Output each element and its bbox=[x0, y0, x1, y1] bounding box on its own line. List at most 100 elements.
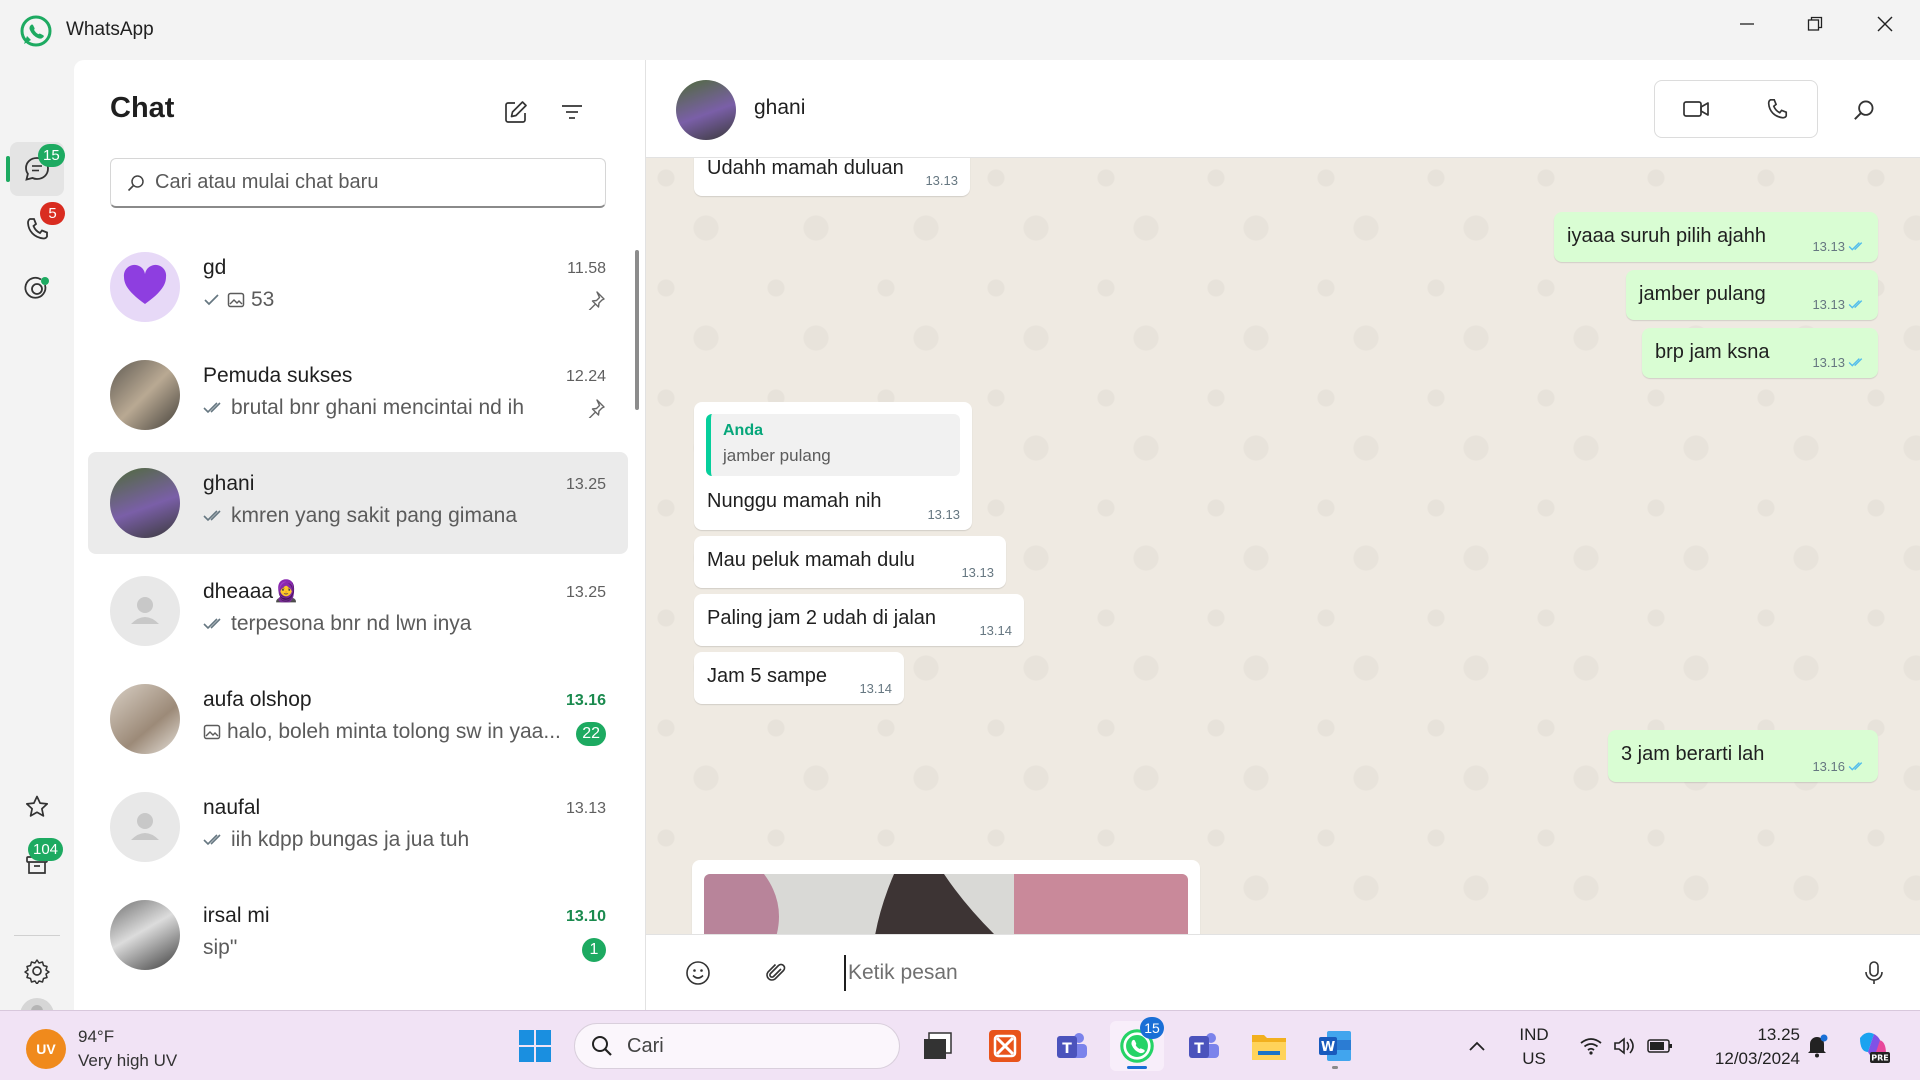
taskbar-app-word[interactable]: W bbox=[1308, 1021, 1362, 1071]
new-chat-button[interactable] bbox=[494, 90, 538, 134]
chat-item-ghani[interactable]: ghani 13.25 kmren yang sakit pang gimana bbox=[88, 452, 628, 554]
language-indicator[interactable]: IND US bbox=[1506, 1023, 1562, 1071]
taskbar-app-teams[interactable]: T bbox=[1044, 1021, 1098, 1071]
taskbar-app-taskview[interactable] bbox=[910, 1021, 964, 1071]
chat-item-aufa-olshop[interactable]: aufa olshop 13.16 halo, boleh minta tolo… bbox=[88, 668, 628, 770]
rail-chats-button[interactable]: 15 bbox=[10, 142, 65, 196]
search-icon bbox=[127, 174, 144, 191]
nav-rail: 15 5 104 bbox=[0, 60, 74, 1032]
notifications-button[interactable] bbox=[1792, 1021, 1842, 1071]
conversation-header: ghani bbox=[646, 60, 1920, 158]
voice-message-button[interactable] bbox=[1852, 951, 1896, 995]
contact-name[interactable]: ghani bbox=[754, 96, 805, 120]
message-incoming-photo[interactable] bbox=[692, 860, 1200, 934]
minimize-button[interactable] bbox=[1712, 0, 1782, 48]
message-area[interactable]: Udahh mamah duluan 13.13 iyaaa suruh pil… bbox=[646, 158, 1920, 934]
copilot-icon: PRE bbox=[1860, 1032, 1890, 1063]
rail-status-button[interactable] bbox=[10, 262, 64, 316]
attach-button[interactable] bbox=[754, 951, 798, 995]
rail-calls-button[interactable]: 5 bbox=[10, 202, 65, 256]
start-button[interactable] bbox=[508, 1021, 562, 1071]
read-receipt-icon bbox=[1848, 300, 1863, 309]
rail-archived-button[interactable]: 104 bbox=[10, 838, 64, 892]
system-tray-status[interactable] bbox=[1566, 1021, 1686, 1071]
read-receipt-icon bbox=[1848, 242, 1863, 251]
photo-icon bbox=[227, 292, 245, 308]
unread-indicator: 22 bbox=[576, 722, 606, 746]
message-input-placeholder: Ketik pesan bbox=[848, 961, 958, 984]
chat-item-dheaaa[interactable]: dheaaa🧕 13.25 terpesona bnr nd lwn inya bbox=[88, 560, 628, 662]
copilot-button[interactable]: PRE bbox=[1846, 1021, 1900, 1071]
taskbar-app-1[interactable] bbox=[978, 1021, 1032, 1071]
quoted-message[interactable]: Anda jamber pulang bbox=[706, 414, 960, 476]
chevron-up-icon bbox=[1469, 1041, 1485, 1051]
message-outgoing[interactable]: jamber pulang 13.13 bbox=[1626, 270, 1878, 320]
avatar bbox=[110, 684, 180, 754]
language-line-2: US bbox=[1522, 1049, 1546, 1068]
message-outgoing[interactable]: 3 jam berarti lah 13.16 bbox=[1608, 730, 1878, 782]
search-placeholder: Cari atau mulai chat baru bbox=[155, 171, 379, 193]
close-window-button[interactable] bbox=[1850, 0, 1920, 48]
chat-preview: 53 bbox=[203, 288, 563, 312]
star-icon bbox=[25, 795, 49, 817]
avatar bbox=[110, 576, 180, 646]
chat-item-gd[interactable]: gd 11.58 53 bbox=[88, 236, 628, 338]
message-incoming[interactable]: Udahh mamah duluan 13.13 bbox=[694, 158, 970, 196]
message-time: 13.13 bbox=[1812, 355, 1866, 370]
chat-time: 12.24 bbox=[565, 368, 606, 385]
message-time-text: 13.14 bbox=[979, 623, 1012, 638]
chat-item-naufal[interactable]: naufal 13.13 iih kdpp bungas ja jua tuh bbox=[88, 776, 628, 878]
unread-badge: 22 bbox=[576, 722, 606, 746]
chats-unread-badge: 15 bbox=[38, 144, 65, 167]
rail-starred-button[interactable] bbox=[10, 780, 64, 834]
taskbar-search[interactable]: Cari bbox=[574, 1023, 900, 1069]
message-incoming[interactable]: Mau peluk mamah dulu 13.13 bbox=[694, 536, 1006, 588]
quote-author: Anda bbox=[723, 422, 763, 439]
clock[interactable]: 13.25 12/03/2024 bbox=[1696, 1023, 1800, 1071]
chat-preview-text: halo, boleh minta tolong sw in yaa... bbox=[227, 720, 561, 743]
avatar bbox=[110, 900, 180, 970]
taskbar-app-whatsapp[interactable]: 15 bbox=[1110, 1017, 1164, 1071]
pin-icon bbox=[588, 291, 605, 311]
chat-search-input[interactable]: Cari atau mulai chat baru bbox=[110, 158, 606, 208]
chat-name: dheaaa🧕 bbox=[203, 580, 300, 603]
language-line-1: IND bbox=[1519, 1025, 1549, 1044]
chat-preview: halo, boleh minta tolong sw in yaa... bbox=[203, 720, 563, 744]
photo-attachment[interactable] bbox=[704, 874, 1188, 934]
restore-button[interactable] bbox=[1780, 0, 1850, 48]
chat-list-scrollbar[interactable] bbox=[635, 250, 639, 410]
read-receipt-icon bbox=[1848, 762, 1863, 771]
chat-item-pemuda-sukses[interactable]: Pemuda sukses 12.24 brutal bnr ghani men… bbox=[88, 344, 628, 446]
chat-preview-text: sip" bbox=[203, 936, 238, 959]
message-time: 13.13 bbox=[1812, 297, 1866, 312]
conversation-search-button[interactable] bbox=[1842, 88, 1886, 132]
video-call-button[interactable] bbox=[1655, 81, 1736, 137]
uv-label: UV bbox=[36, 1041, 56, 1057]
voice-call-button[interactable] bbox=[1736, 81, 1817, 137]
message-incoming[interactable]: Paling jam 2 udah di jalan 13.14 bbox=[694, 594, 1024, 646]
pin-indicator bbox=[586, 398, 606, 423]
message-input[interactable]: Ketik pesan bbox=[844, 955, 1824, 991]
message-time: 13.13 bbox=[1812, 239, 1866, 254]
contact-avatar[interactable] bbox=[676, 80, 736, 140]
taskbar-app-file-explorer[interactable] bbox=[1242, 1021, 1296, 1071]
show-hidden-icons-button[interactable] bbox=[1452, 1021, 1502, 1071]
word-icon: W bbox=[1319, 1031, 1351, 1061]
weather-widget[interactable]: UV 94°F Very high UV bbox=[26, 1025, 177, 1073]
restore-icon bbox=[1807, 16, 1823, 31]
message-time: 13.13 bbox=[961, 565, 994, 580]
filter-button[interactable] bbox=[550, 90, 594, 134]
rail-divider bbox=[14, 935, 60, 936]
avatar bbox=[110, 360, 180, 430]
taskbar-app-teams-2[interactable]: T bbox=[1176, 1021, 1230, 1071]
svg-text:T: T bbox=[1194, 1041, 1204, 1057]
emoji-button[interactable] bbox=[676, 951, 720, 995]
message-incoming[interactable]: Jam 5 sampe 13.14 bbox=[694, 652, 904, 704]
message-incoming-reply[interactable]: Anda jamber pulang Nunggu mamah nih 13.1… bbox=[694, 402, 972, 530]
message-outgoing[interactable]: iyaaa suruh pilih ajahh 13.13 bbox=[1554, 212, 1878, 262]
teams-icon: T bbox=[1057, 1033, 1087, 1058]
message-outgoing[interactable]: brp jam ksna 13.13 bbox=[1642, 328, 1878, 378]
message-time-text: 13.14 bbox=[859, 681, 892, 696]
message-time: 13.13 bbox=[925, 173, 958, 188]
chat-item-irsal-mi[interactable]: irsal mi 13.10 sip" 1 bbox=[88, 884, 628, 986]
